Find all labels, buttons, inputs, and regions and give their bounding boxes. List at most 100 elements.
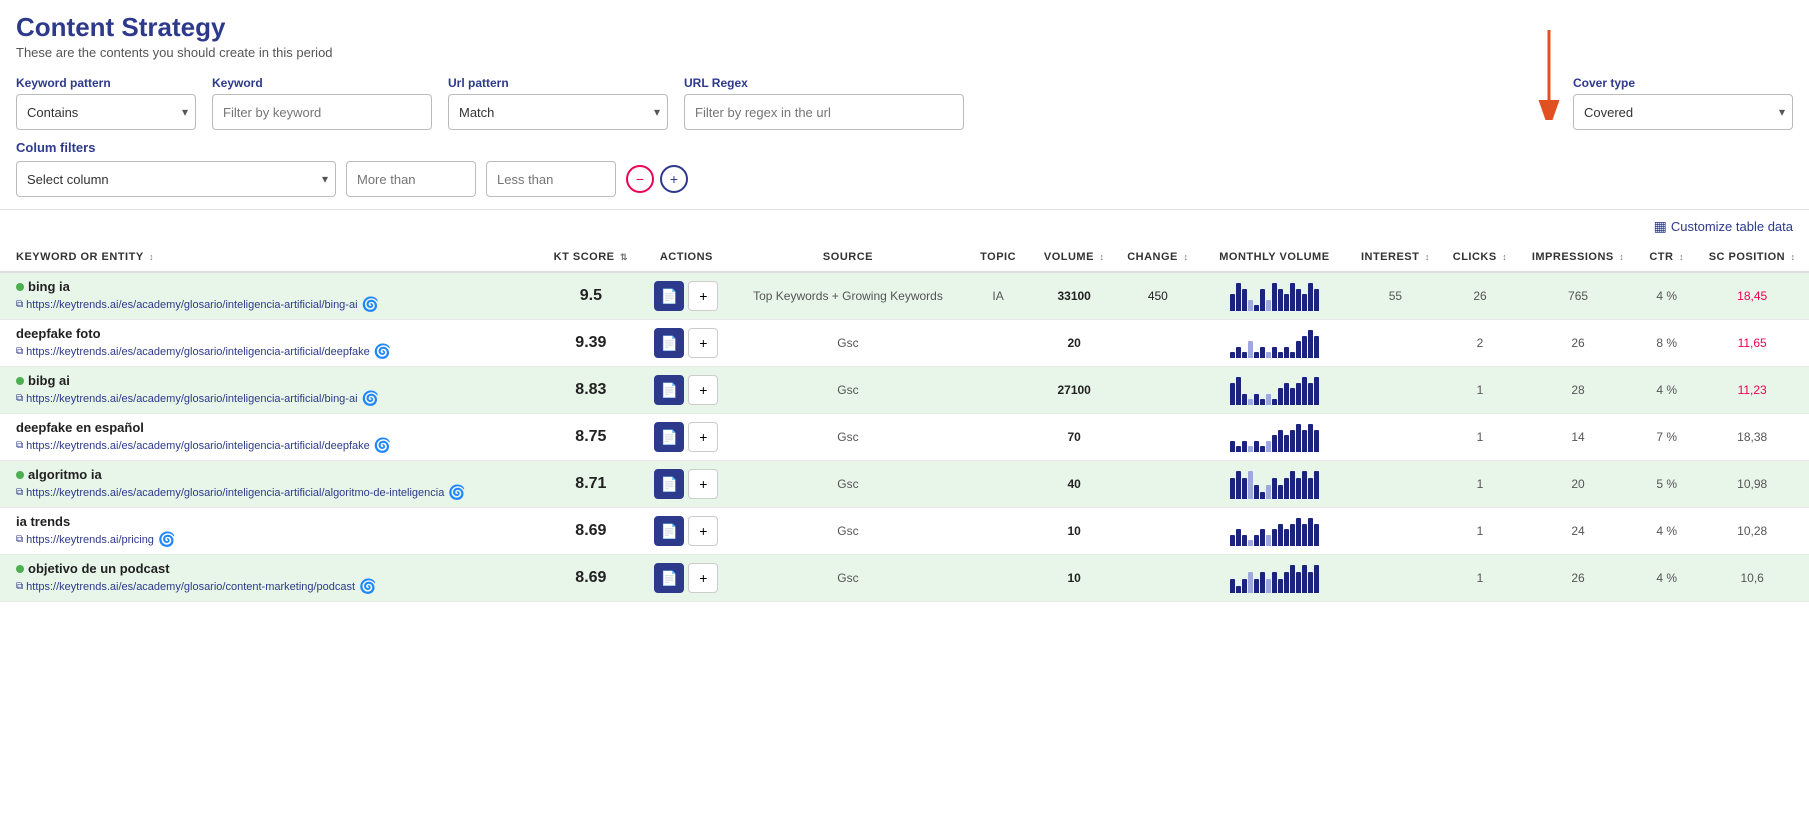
customize-table-button[interactable]: ▦ Customize table data [1654,218,1793,235]
page-title: Content Strategy [16,12,1793,43]
keyword-pattern-wrapper: Contains Starts with Ends with Exact mat… [16,94,196,130]
add-filter-button[interactable]: + [660,165,688,193]
sort-icon-change[interactable]: ↕ [1183,252,1188,262]
select-column-select[interactable]: Select column Volume KT Score Clicks Imp… [16,161,336,197]
doc-button[interactable]: 📄 [654,281,684,311]
external-link-icon: ⧉ [16,487,23,498]
bar [1314,377,1319,405]
bar [1248,341,1253,358]
bar [1278,430,1283,452]
bar [1302,377,1307,405]
keyword-cell: deepfake foto⧉ https://keytrends.ai/es/a… [0,320,541,367]
bar [1308,383,1313,405]
keyword-link[interactable]: ⧉ https://keytrends.ai/es/academy/glosar… [16,440,370,452]
keyword-link[interactable]: ⧉ https://keytrends.ai/es/academy/glosar… [16,487,444,499]
keyword-pattern-select[interactable]: Contains Starts with Ends with Exact mat… [16,94,196,130]
source-cell: Gsc [732,508,963,555]
action-buttons: 📄 + [646,469,726,499]
keyword-cell: ia trends⧉ https://keytrends.ai/pricing🌀 [0,508,541,555]
volume-cell: 10 [1033,508,1116,555]
cover-type-select[interactable]: Covered Not covered All [1573,94,1793,130]
bar [1278,579,1283,593]
topic-cell: IA [964,272,1033,320]
clicks-cell: 1 [1442,367,1518,414]
bar [1278,352,1283,358]
topic-cell [964,367,1033,414]
sc-position-cell: 10,6 [1695,555,1809,602]
cookie-icon[interactable]: 🌀 [374,437,391,454]
change-cell [1116,414,1200,461]
sort-icon-clicks[interactable]: ↕ [1502,252,1507,262]
add-button[interactable]: + [688,328,718,358]
col-change: CHANGE ↕ [1116,243,1200,272]
cookie-icon[interactable]: 🌀 [362,390,379,407]
col-volume: VOLUME ↕ [1033,243,1116,272]
sort-icon-ctr[interactable]: ↕ [1679,252,1684,262]
doc-button[interactable]: 📄 [654,516,684,546]
cookie-icon[interactable]: 🌀 [374,343,391,360]
ctr-value: 4 % [1656,383,1677,397]
bar [1296,289,1301,311]
cookie-icon[interactable]: 🌀 [448,484,465,501]
doc-button[interactable]: 📄 [654,563,684,593]
more-than-input[interactable] [346,161,476,197]
keyword-link[interactable]: ⧉ https://keytrends.ai/es/academy/glosar… [16,299,358,311]
bar [1302,430,1307,452]
bar [1308,283,1313,311]
page-subtitle: These are the contents you should create… [16,45,1793,60]
add-button[interactable]: + [688,563,718,593]
sort-icon-kt[interactable]: ⇅ [620,252,628,262]
add-button[interactable]: + [688,281,718,311]
impressions-cell: 20 [1518,461,1638,508]
bar [1266,441,1271,452]
bar [1236,377,1241,405]
sort-icon-impressions[interactable]: ↕ [1619,252,1624,262]
doc-button[interactable]: 📄 [654,328,684,358]
keyword-cell: bibg ai⧉ https://keytrends.ai/es/academy… [0,367,541,414]
monthly-volume-cell [1200,508,1349,555]
keyword-link[interactable]: ⧉ https://keytrends.ai/es/academy/glosar… [16,346,370,358]
add-button[interactable]: + [688,422,718,452]
cookie-icon[interactable]: 🌀 [359,578,376,595]
bar [1272,478,1277,499]
url-regex-input[interactable] [684,94,964,130]
keyword-link[interactable]: ⧉ https://keytrends.ai/es/academy/glosar… [16,581,355,593]
bar [1272,283,1277,311]
sort-icon-sc[interactable]: ↕ [1791,252,1796,262]
add-button[interactable]: + [688,469,718,499]
less-than-input[interactable] [486,161,616,197]
add-button[interactable]: + [688,375,718,405]
remove-filter-button[interactable]: − [626,165,654,193]
bar [1230,352,1235,358]
bar [1266,535,1271,546]
cookie-icon[interactable]: 🌀 [158,531,175,548]
kt-score-cell: 9.5 [541,272,640,320]
sort-icon-keyword[interactable]: ↕ [149,252,154,262]
bar [1308,572,1313,593]
keyword-name: objetivo de un podcast [28,561,170,576]
bar [1254,394,1259,405]
bar [1266,394,1271,405]
ctr-cell: 4 % [1638,367,1695,414]
bar [1278,485,1283,499]
doc-button[interactable]: 📄 [654,422,684,452]
doc-button[interactable]: 📄 [654,469,684,499]
keyword-link[interactable]: ⧉ https://keytrends.ai/pricing [16,534,154,546]
sort-icon-interest[interactable]: ↕ [1425,252,1430,262]
action-buttons: 📄 + [646,422,726,452]
doc-button[interactable]: 📄 [654,375,684,405]
bar [1284,435,1289,452]
bar [1314,289,1319,311]
bar [1248,300,1253,311]
bar [1302,565,1307,593]
sort-icon-volume[interactable]: ↕ [1099,252,1104,262]
bar [1236,446,1241,452]
cookie-icon[interactable]: 🌀 [362,296,379,313]
keyword-link[interactable]: ⧉ https://keytrends.ai/es/academy/glosar… [16,393,358,405]
monthly-volume-cell [1200,414,1349,461]
url-pattern-select[interactable]: Match Contains Starts with Ends with [448,94,668,130]
add-button[interactable]: + [688,516,718,546]
change-cell: 450 [1116,272,1200,320]
bar [1284,294,1289,311]
keyword-input[interactable] [212,94,432,130]
